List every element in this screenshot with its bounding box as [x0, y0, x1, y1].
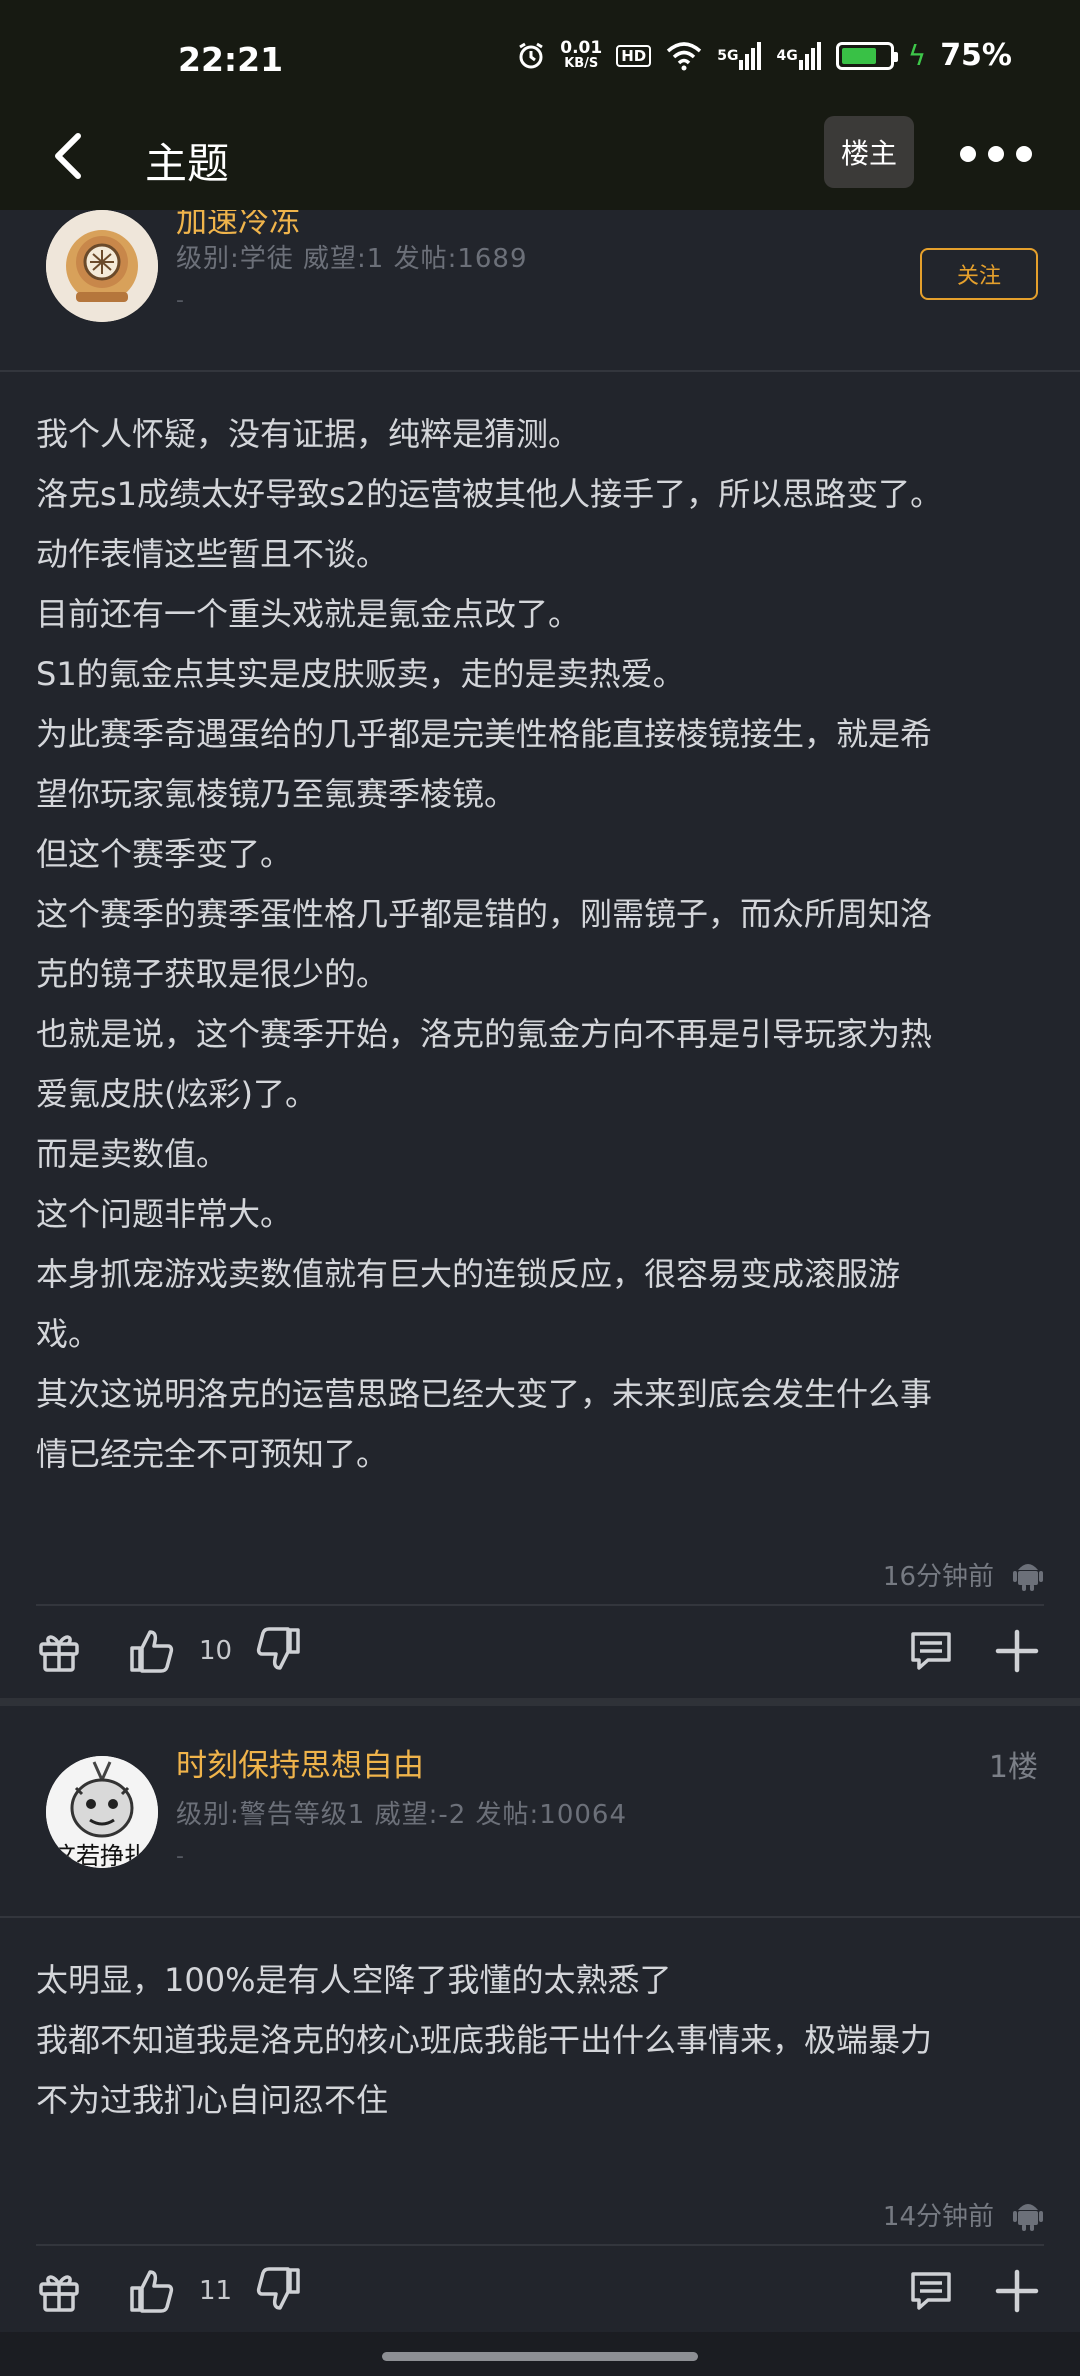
battery-percent: 75%	[940, 38, 1012, 73]
status-icons: 0.01 KB/S HD 5G 4G ϟ 75%	[516, 38, 1012, 73]
battery-icon	[835, 41, 898, 70]
status-time: 22:21	[178, 40, 284, 79]
signal-5g-label: 5G	[717, 47, 739, 64]
author-stats: 级别:学徒 威望:1 发帖:1689	[176, 244, 528, 274]
thread-content: 加速冷冻 级别:学徒 威望:1 发帖:1689 - 关注 我个人怀疑，没有证据，…	[0, 204, 1080, 2338]
post-actions: 11	[0, 2246, 1080, 2338]
follow-button[interactable]: 关注	[920, 248, 1038, 300]
author-block: 这若挣扎 时刻保持思想自由 1楼 级别:警告等级1 威望:-2 发帖:10064…	[0, 1706, 1080, 1918]
wifi-icon	[665, 41, 703, 71]
avatar[interactable]: 这若挣扎	[46, 1756, 158, 1868]
android-icon	[1013, 1564, 1043, 1591]
android-icon	[1013, 2204, 1043, 2231]
chevron-left-icon	[55, 133, 81, 179]
post-meta: 16分钟前	[0, 1544, 1080, 1604]
top-bar: 22:21 0.01 KB/S HD 5G 4G ϟ 75% 主题 楼主	[0, 0, 1080, 210]
net-speed-value: 0.01	[560, 37, 603, 58]
signal-5g-icon: 5G	[717, 41, 762, 70]
page-title: 主题	[145, 139, 230, 188]
gesture-handle[interactable]	[382, 2352, 698, 2361]
author-name[interactable]: 时刻保持思想自由	[176, 1740, 424, 1785]
author-signature: -	[176, 288, 184, 313]
post-separator	[0, 1698, 1080, 1706]
avatar-caption: 这若挣扎	[52, 1842, 148, 1868]
owner-only-button[interactable]: 楼主	[824, 116, 914, 188]
thumbs-down-icon[interactable]	[256, 2266, 302, 2312]
thumbs-down-icon[interactable]	[256, 1626, 302, 1672]
hd-icon: HD	[616, 44, 652, 67]
diver-helmet-icon	[46, 210, 158, 322]
back-button[interactable]	[46, 126, 90, 186]
post-time: 16分钟前	[882, 1562, 994, 1592]
alarm-icon	[516, 41, 546, 71]
floor-number: 1楼	[988, 1750, 1038, 1785]
gift-icon[interactable]	[36, 1628, 82, 1674]
plus-icon[interactable]	[994, 2268, 1040, 2314]
avatar[interactable]	[46, 210, 158, 322]
post-reply: 这若挣扎 时刻保持思想自由 1楼 级别:警告等级1 威望:-2 发帖:10064…	[0, 1706, 1080, 2338]
author-block: 加速冷冻 级别:学徒 威望:1 发帖:1689 - 关注	[0, 204, 1080, 372]
post-meta: 14分钟前	[0, 2184, 1080, 2244]
comment-icon[interactable]	[908, 1628, 954, 1674]
post-actions: 10	[0, 1606, 1080, 1698]
post-main: 加速冷冻 级别:学徒 威望:1 发帖:1689 - 关注 我个人怀疑，没有证据，…	[0, 204, 1080, 1698]
post-body: 我个人怀疑，没有证据，纯粹是猜测。 洛克s1成绩太好导致s2的运营被其他人接手了…	[36, 415, 943, 1473]
thumbs-up-icon[interactable]	[128, 1628, 174, 1674]
like-count: 11	[199, 2276, 233, 2306]
nav-bar: 主题 楼主	[0, 112, 1080, 210]
post-time: 14分钟前	[882, 2202, 994, 2232]
signal-4g-label: 4G	[776, 47, 798, 64]
author-stats: 级别:警告等级1 威望:-2 发帖:10064	[176, 1800, 627, 1830]
more-button[interactable]	[956, 134, 1036, 174]
comment-icon[interactable]	[908, 2268, 954, 2314]
plus-icon[interactable]	[994, 1628, 1040, 1674]
charging-icon: ϟ	[907, 39, 927, 72]
battery-fill	[841, 47, 877, 64]
thumbs-up-icon[interactable]	[128, 2268, 174, 2314]
net-speed-unit: KB/S	[564, 55, 599, 71]
like-count: 10	[199, 1636, 233, 1666]
author-signature: -	[176, 1844, 184, 1869]
net-speed: 0.01 KB/S	[560, 37, 603, 72]
signal-4g-icon: 4G	[776, 41, 821, 70]
gift-icon[interactable]	[36, 2268, 82, 2314]
status-bar: 22:21 0.01 KB/S HD 5G 4G ϟ 75%	[0, 0, 1080, 120]
post-body: 太明显，100%是有人空降了我懂的太熟悉了 我都不知道我是洛克的核心班底我能干出…	[36, 1961, 933, 2119]
more-horizontal-icon	[960, 146, 1032, 162]
